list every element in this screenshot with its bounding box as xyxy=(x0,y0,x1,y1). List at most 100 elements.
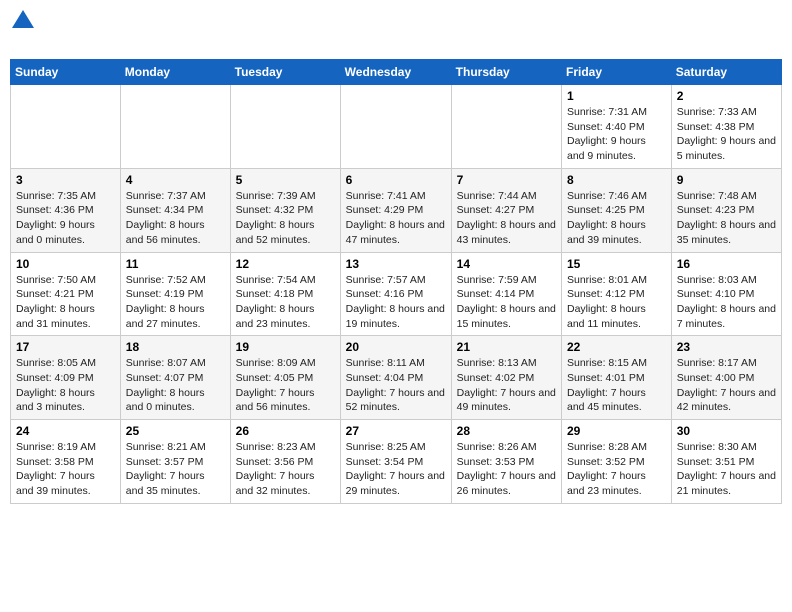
day-number: 9 xyxy=(677,173,776,187)
calendar-cell: 14Sunrise: 7:59 AM Sunset: 4:14 PM Dayli… xyxy=(451,252,561,336)
day-info: Sunrise: 7:37 AM Sunset: 4:34 PM Dayligh… xyxy=(126,189,225,248)
day-number: 3 xyxy=(16,173,115,187)
calendar-header: SundayMondayTuesdayWednesdayThursdayFrid… xyxy=(11,60,782,85)
day-number: 19 xyxy=(236,340,335,354)
col-header-sunday: Sunday xyxy=(11,60,121,85)
col-header-wednesday: Wednesday xyxy=(340,60,451,85)
calendar-cell: 27 Sunrise: 8:25 AM Sunset: 3:54 PM Dayli… xyxy=(340,420,451,504)
day-number: 30 xyxy=(677,424,776,438)
day-number: 12 xyxy=(236,257,335,271)
day-info: Sunrise: 7:31 AM Sunset: 4:40 PM Dayligh… xyxy=(567,105,666,164)
day-number: 11 xyxy=(126,257,225,271)
calendar-cell: 20 Sunrise: 8:11 AM Sunset: 4:04 PM Dayli… xyxy=(340,336,451,420)
day-info: Sunrise: 8:25 AM Sunset: 3:54 PM Dayligh… xyxy=(346,440,446,499)
calendar-cell: 17 Sunrise: 8:05 AM Sunset: 4:09 PM Dayli… xyxy=(11,336,121,420)
calendar-cell: 23 Sunrise: 8:17 AM Sunset: 4:00 PM Dayli… xyxy=(671,336,781,420)
calendar-cell: 4 Sunrise: 7:37 AM Sunset: 4:34 PM Daylig… xyxy=(120,168,230,252)
day-number: 2 xyxy=(677,89,776,103)
col-header-friday: Friday xyxy=(562,60,672,85)
day-info: Sunrise: 7:35 AM Sunset: 4:36 PM Dayligh… xyxy=(16,189,115,248)
day-info: Sunrise: 7:52 AM Sunset: 4:19 PM Dayligh… xyxy=(126,273,225,332)
day-number: 17 xyxy=(16,340,115,354)
day-info: Sunrise: 8:21 AM Sunset: 3:57 PM Dayligh… xyxy=(126,440,225,499)
calendar-week-1: 1 Sunrise: 7:31 AM Sunset: 4:40 PM Daylig… xyxy=(11,85,782,169)
day-info: Sunrise: 8:28 AM Sunset: 3:52 PM Dayligh… xyxy=(567,440,666,499)
calendar-cell: 18 Sunrise: 8:07 AM Sunset: 4:07 PM Dayli… xyxy=(120,336,230,420)
day-number: 24 xyxy=(16,424,115,438)
calendar-cell: 7 Sunrise: 7:44 AM Sunset: 4:27 PM Daylig… xyxy=(451,168,561,252)
day-number: 15 xyxy=(567,257,666,271)
day-number: 27 xyxy=(346,424,446,438)
logo-triangle-icon xyxy=(12,10,34,30)
day-info: Sunrise: 8:07 AM Sunset: 4:07 PM Dayligh… xyxy=(126,356,225,415)
day-number: 4 xyxy=(126,173,225,187)
calendar-cell: 19Sunrise: 8:09 AM Sunset: 4:05 PM Dayli… xyxy=(230,336,340,420)
calendar-cell: 26 Sunrise: 8:23 AM Sunset: 3:56 PM Dayli… xyxy=(230,420,340,504)
day-number: 1 xyxy=(567,89,666,103)
calendar-cell xyxy=(451,85,561,169)
day-info: Sunrise: 7:48 AM Sunset: 4:23 PM Dayligh… xyxy=(677,189,776,248)
day-info: Sunrise: 8:05 AM Sunset: 4:09 PM Dayligh… xyxy=(16,356,115,415)
day-number: 13 xyxy=(346,257,446,271)
calendar-cell: 9 Sunrise: 7:48 AM Sunset: 4:23 PM Daylig… xyxy=(671,168,781,252)
calendar-cell: 29 Sunrise: 8:28 AM Sunset: 3:52 PM Dayli… xyxy=(562,420,672,504)
day-number: 6 xyxy=(346,173,446,187)
day-info: Sunrise: 8:11 AM Sunset: 4:04 PM Dayligh… xyxy=(346,356,446,415)
day-number: 23 xyxy=(677,340,776,354)
calendar-cell: 25Sunrise: 8:21 AM Sunset: 3:57 PM Dayli… xyxy=(120,420,230,504)
calendar-cell: 5 Sunrise: 7:39 AM Sunset: 4:32 PM Daylig… xyxy=(230,168,340,252)
day-number: 5 xyxy=(236,173,335,187)
day-info: Sunrise: 7:44 AM Sunset: 4:27 PM Dayligh… xyxy=(457,189,556,248)
day-info: Sunrise: 7:59 AM Sunset: 4:14 PM Dayligh… xyxy=(457,273,556,332)
calendar-cell: 11 Sunrise: 7:52 AM Sunset: 4:19 PM Dayli… xyxy=(120,252,230,336)
calendar-week-3: 10 Sunrise: 7:50 AM Sunset: 4:21 PM Dayli… xyxy=(11,252,782,336)
day-info: Sunrise: 7:41 AM Sunset: 4:29 PM Dayligh… xyxy=(346,189,446,248)
day-number: 22 xyxy=(567,340,666,354)
logo xyxy=(10,10,34,51)
day-info: Sunrise: 8:19 AM Sunset: 3:58 PM Dayligh… xyxy=(16,440,115,499)
day-number: 7 xyxy=(457,173,556,187)
day-info: Sunrise: 7:39 AM Sunset: 4:32 PM Dayligh… xyxy=(236,189,335,248)
calendar-cell xyxy=(230,85,340,169)
day-info: Sunrise: 7:57 AM Sunset: 4:16 PM Dayligh… xyxy=(346,273,446,332)
day-info: Sunrise: 8:13 AM Sunset: 4:02 PM Dayligh… xyxy=(457,356,556,415)
day-number: 29 xyxy=(567,424,666,438)
calendar-week-4: 17 Sunrise: 8:05 AM Sunset: 4:09 PM Dayli… xyxy=(11,336,782,420)
calendar-cell xyxy=(120,85,230,169)
day-info: Sunrise: 8:01 AM Sunset: 4:12 PM Dayligh… xyxy=(567,273,666,332)
calendar-cell xyxy=(340,85,451,169)
col-header-saturday: Saturday xyxy=(671,60,781,85)
calendar-cell xyxy=(11,85,121,169)
calendar-cell: 21 Sunrise: 8:13 AM Sunset: 4:02 PM Dayli… xyxy=(451,336,561,420)
col-header-monday: Monday xyxy=(120,60,230,85)
calendar-cell: 12 Sunrise: 7:54 AM Sunset: 4:18 PM Dayli… xyxy=(230,252,340,336)
calendar-cell: 13 Sunrise: 7:57 AM Sunset: 4:16 PM Dayli… xyxy=(340,252,451,336)
day-info: Sunrise: 7:54 AM Sunset: 4:18 PM Dayligh… xyxy=(236,273,335,332)
day-info: Sunrise: 8:17 AM Sunset: 4:00 PM Dayligh… xyxy=(677,356,776,415)
calendar-cell: 1 Sunrise: 7:31 AM Sunset: 4:40 PM Daylig… xyxy=(562,85,672,169)
calendar-cell: 3 Sunrise: 7:35 AM Sunset: 4:36 PM Daylig… xyxy=(11,168,121,252)
calendar-week-5: 24 Sunrise: 8:19 AM Sunset: 3:58 PM Dayli… xyxy=(11,420,782,504)
day-number: 20 xyxy=(346,340,446,354)
day-number: 18 xyxy=(126,340,225,354)
day-number: 8 xyxy=(567,173,666,187)
day-number: 26 xyxy=(236,424,335,438)
calendar-cell: 10 Sunrise: 7:50 AM Sunset: 4:21 PM Dayli… xyxy=(11,252,121,336)
calendar-cell: 15 Sunrise: 8:01 AM Sunset: 4:12 PM Dayli… xyxy=(562,252,672,336)
calendar-cell: 28Sunrise: 8:26 AM Sunset: 3:53 PM Dayli… xyxy=(451,420,561,504)
day-info: Sunrise: 7:50 AM Sunset: 4:21 PM Dayligh… xyxy=(16,273,115,332)
day-number: 16 xyxy=(677,257,776,271)
calendar-table: SundayMondayTuesdayWednesdayThursdayFrid… xyxy=(10,59,782,504)
calendar-cell: 8Sunrise: 7:46 AM Sunset: 4:25 PM Daylig… xyxy=(562,168,672,252)
day-info: Sunrise: 8:26 AM Sunset: 3:53 PM Dayligh… xyxy=(457,440,556,499)
calendar-cell: 6 Sunrise: 7:41 AM Sunset: 4:29 PM Daylig… xyxy=(340,168,451,252)
page-header xyxy=(10,10,782,51)
calendar-cell: 24 Sunrise: 8:19 AM Sunset: 3:58 PM Dayli… xyxy=(11,420,121,504)
calendar-cell: 2Sunrise: 7:33 AM Sunset: 4:38 PM Daylig… xyxy=(671,85,781,169)
day-info: Sunrise: 8:23 AM Sunset: 3:56 PM Dayligh… xyxy=(236,440,335,499)
calendar-cell: 22Sunrise: 8:15 AM Sunset: 4:01 PM Dayli… xyxy=(562,336,672,420)
day-number: 21 xyxy=(457,340,556,354)
day-number: 10 xyxy=(16,257,115,271)
col-header-thursday: Thursday xyxy=(451,60,561,85)
calendar-week-2: 3 Sunrise: 7:35 AM Sunset: 4:36 PM Daylig… xyxy=(11,168,782,252)
